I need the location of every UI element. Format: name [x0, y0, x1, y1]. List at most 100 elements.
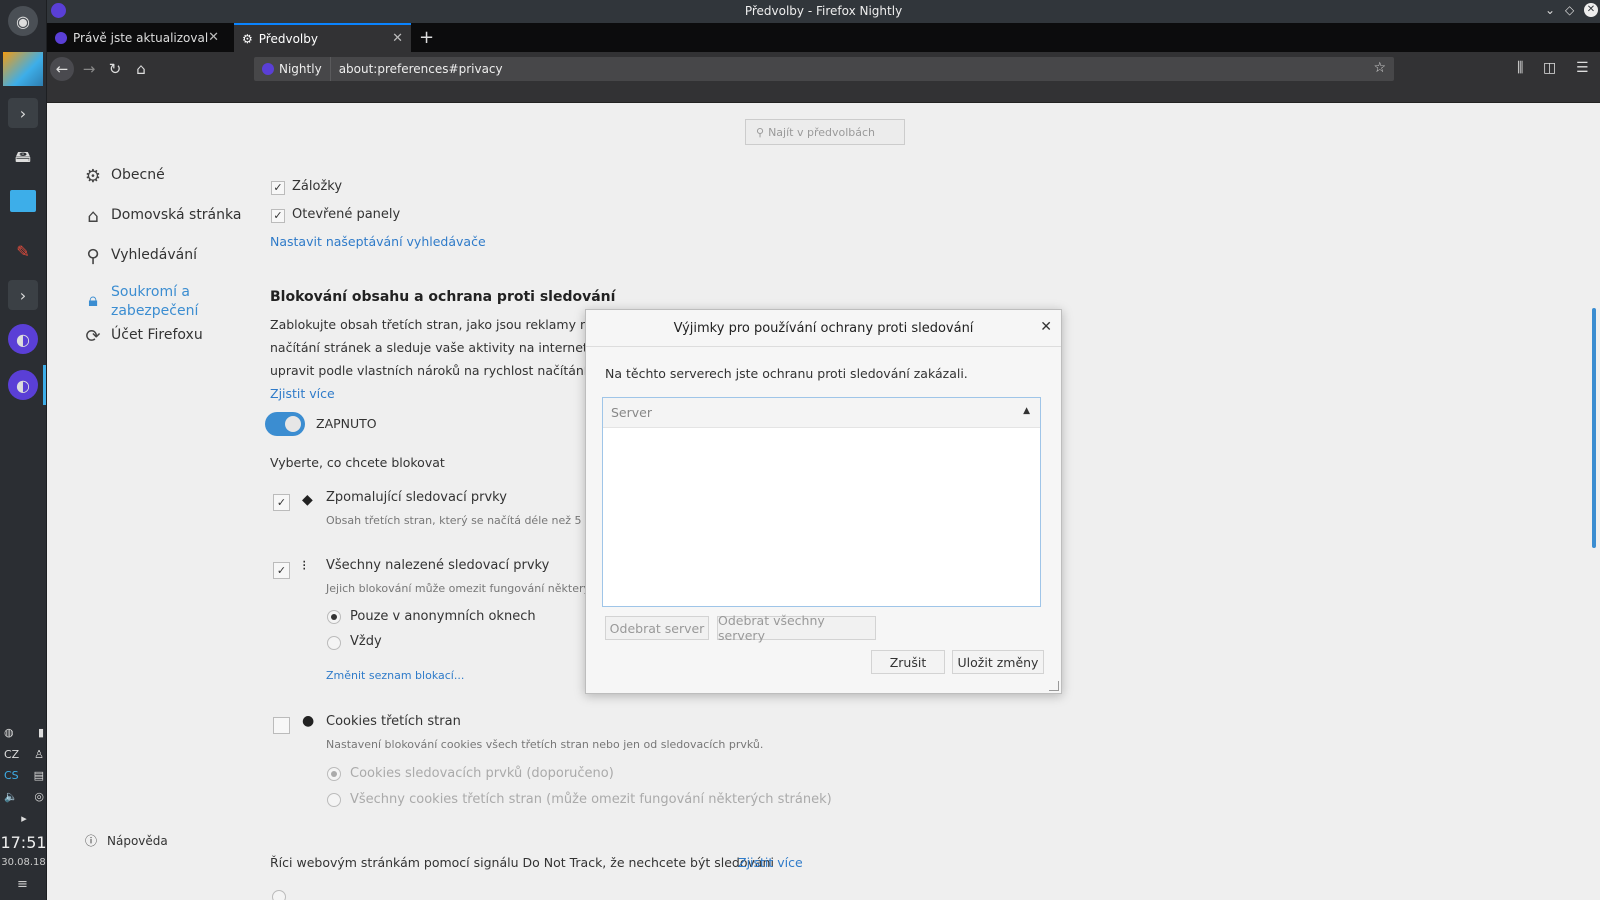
minimize-icon[interactable]: ⌄	[1545, 3, 1555, 17]
forward-button[interactable]: →	[77, 57, 101, 81]
slow-trackers-checkbox[interactable]: ✓	[273, 494, 290, 511]
updates-icon[interactable]: ◎	[34, 790, 44, 803]
firefox-nightly-icon[interactable]: ◐	[8, 324, 38, 354]
desktop-switcher-icon[interactable]	[3, 52, 43, 86]
dnt-label: Říci webovým stránkám pomocí signálu Do …	[270, 855, 774, 870]
search-suggest-link[interactable]: Nastavit našeptávání vyhledávače	[270, 234, 486, 249]
slow-trackers-label: Zpomalující sledovací prvky	[326, 490, 507, 505]
sidebar-icon[interactable]: ◫	[1543, 60, 1556, 76]
blocking-desc-line2: načítání stránek a sleduje vaše aktivity…	[270, 340, 618, 355]
file-manager-icon[interactable]	[10, 190, 36, 212]
toolbar-spacer	[47, 86, 1600, 103]
cookie-icon: ●	[302, 713, 315, 729]
secondary-layout[interactable]: CS	[4, 769, 19, 782]
slow-trackers-desc: Obsah třetích stran, který se načítá dél…	[326, 514, 608, 527]
always-radio[interactable]	[327, 636, 341, 650]
content-blocking-heading: Blokování obsahu a ochrana proti sledová…	[270, 289, 616, 305]
category-label: Účet Firefoxu	[111, 327, 203, 343]
kde-side-panel: ◉ › 🖴 ✎ › ◐ ◐ ◍ ▮ CZ ♙ CS ▤ 🔈 ◎ ▸ 17:51 …	[0, 0, 47, 900]
navigation-toolbar: ← → ↻ ⌂ Nightly about:preferences#privac…	[47, 52, 1600, 86]
server-column-label: Server	[611, 405, 652, 420]
new-tab-button[interactable]: +	[419, 27, 434, 48]
page-scrollbar[interactable]	[1592, 308, 1596, 548]
chevron-right-icon[interactable]: ›	[8, 280, 38, 310]
category-privacy[interactable]: 🔒︎ Soukromí a zabezpečení	[83, 283, 198, 321]
bookmarks-checkbox[interactable]: ✓	[271, 181, 285, 195]
preferences-search-input[interactable]: ⚲ Najít v předvolbách	[745, 119, 905, 145]
tracking-exceptions-dialog: Výjimky pro používání ochrany proti sled…	[585, 309, 1062, 694]
cookies-checkbox[interactable]	[273, 717, 290, 734]
close-tab-icon[interactable]: ✕	[208, 30, 219, 45]
battery-icon[interactable]: ▮	[38, 726, 44, 739]
url-text[interactable]: about:preferences#privacy	[331, 62, 503, 76]
url-bar[interactable]: Nightly about:preferences#privacy ☆	[254, 57, 1394, 81]
remove-server-button[interactable]: Odebrat server	[605, 616, 709, 640]
category-label: Domovská stránka	[111, 207, 242, 223]
help-label: Nápověda	[107, 833, 168, 848]
chevron-right-icon[interactable]: ›	[8, 98, 38, 128]
clock-time[interactable]: 17:51	[0, 833, 47, 852]
cookies-all-radio[interactable]	[327, 793, 341, 807]
close-icon[interactable]: ✕	[1040, 319, 1052, 335]
editor-icon[interactable]: ✎	[8, 236, 38, 266]
back-button[interactable]: ←	[50, 57, 74, 81]
save-changes-button[interactable]: Uložit změny	[952, 650, 1044, 674]
bookmark-star-icon[interactable]: ☆	[1373, 60, 1386, 76]
keyboard-layout[interactable]: CZ	[4, 748, 19, 761]
category-sync[interactable]: ⟳ Účet Firefoxu	[83, 326, 203, 347]
clipboard-icon[interactable]: ▤	[34, 769, 44, 782]
content-blocking-toggle[interactable]	[265, 412, 305, 436]
menu-icon[interactable]: ☰	[1576, 60, 1589, 76]
maximize-icon[interactable]: ◇	[1565, 3, 1574, 17]
home-button[interactable]: ⌂	[129, 57, 153, 81]
cookies-trackers-label: Cookies sledovacích prvků (doporučeno)	[350, 766, 614, 781]
firefox-nightly-icon[interactable]: ◐	[8, 370, 38, 400]
close-tab-icon[interactable]: ✕	[392, 31, 403, 46]
choose-label: Vyberte, co chcete blokovat	[270, 455, 445, 470]
learn-more-link[interactable]: Zjistit více	[270, 386, 335, 401]
help-link[interactable]: ⓘ Nápověda	[85, 832, 168, 849]
category-general[interactable]: ⚙ Obecné	[83, 167, 165, 187]
disk-icon[interactable]: 🖴	[8, 144, 38, 174]
sync-icon: ⟳	[85, 326, 101, 347]
identity-box[interactable]: Nightly	[254, 57, 331, 81]
dnt-learn-more-link[interactable]: Zjistit více	[738, 855, 803, 870]
category-search[interactable]: ⚲ Vyhledávání	[83, 247, 197, 267]
server-column-header[interactable]: Server ▲	[603, 398, 1040, 428]
dialog-description: Na těchto serverech jste ochranu proti s…	[605, 366, 968, 381]
cookies-trackers-radio[interactable]	[327, 767, 341, 781]
network-icon[interactable]: ◍	[4, 726, 14, 739]
category-label-line2: zabezpečení	[111, 303, 199, 319]
all-trackers-label: Všechny nalezené sledovací prvky	[326, 558, 550, 573]
panel-menu-icon[interactable]: ≡	[17, 877, 28, 892]
close-icon[interactable]: ✕	[1584, 3, 1598, 17]
tab-preferences[interactable]: ⚙ Předvolby ✕	[234, 23, 411, 52]
private-windows-label: Pouze v anonymních oknech	[350, 609, 536, 624]
always-label: Vždy	[350, 634, 382, 649]
clock-date[interactable]: 30.08.18	[0, 857, 47, 868]
expand-tray-icon[interactable]: ▸	[21, 812, 27, 825]
user-icon[interactable]: ♙	[34, 748, 44, 761]
volume-icon[interactable]: 🔈	[4, 790, 18, 803]
search-icon: ⚲	[86, 246, 100, 267]
cancel-button[interactable]: Zrušit	[871, 650, 945, 674]
application-launcher-icon[interactable]: ◉	[8, 6, 38, 36]
lock-icon: 🔒︎	[88, 290, 98, 311]
reload-button[interactable]: ↻	[103, 57, 127, 81]
server-list[interactable]: Server ▲	[602, 397, 1041, 607]
firefox-nightly-icon	[55, 31, 67, 44]
dnt-always-radio[interactable]	[272, 890, 286, 900]
open-tabs-checkbox[interactable]: ✓	[271, 209, 285, 223]
tab-update[interactable]: Právě jste aktualizovali Fire ✕	[47, 23, 227, 52]
cookies-label: Cookies třetích stran	[326, 714, 461, 729]
all-trackers-checkbox[interactable]: ✓	[273, 562, 290, 579]
resize-grip[interactable]	[1049, 681, 1059, 691]
library-icon[interactable]: ⫼	[1517, 60, 1523, 76]
private-windows-radio[interactable]	[327, 610, 341, 624]
category-home[interactable]: ⌂ Domovská stránka	[83, 207, 241, 227]
window-titlebar: Předvolby - Firefox Nightly ⌄ ◇ ✕	[47, 0, 1600, 23]
change-blocklist-link[interactable]: Změnit seznam blokací...	[326, 669, 464, 682]
remove-all-servers-button[interactable]: Odebrat všechny servery	[717, 613, 876, 643]
identity-label: Nightly	[279, 62, 322, 76]
category-label: Soukromí a	[111, 284, 191, 300]
